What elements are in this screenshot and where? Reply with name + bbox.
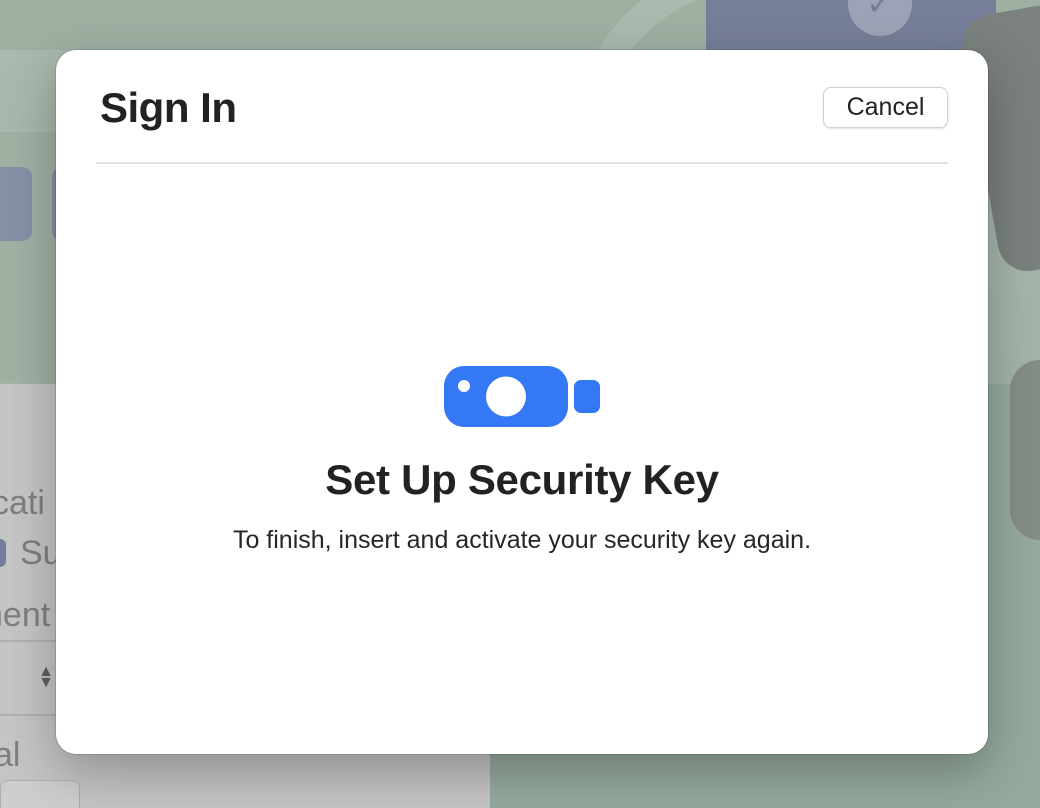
sign-in-dialog: Sign In Cancel Set Up Security Key To fi… bbox=[56, 50, 988, 754]
cancel-button[interactable]: Cancel bbox=[823, 87, 948, 128]
setup-instructions: To finish, insert and activate your secu… bbox=[232, 526, 812, 554]
dialog-title: Sign In bbox=[100, 84, 237, 131]
header-divider bbox=[96, 162, 948, 164]
screen: ✓ cati Su nent ▲▼ al Sign In Cancel Set … bbox=[0, 0, 1040, 808]
setup-heading: Set Up Security Key bbox=[325, 456, 719, 503]
security-key-icon bbox=[444, 366, 600, 427]
